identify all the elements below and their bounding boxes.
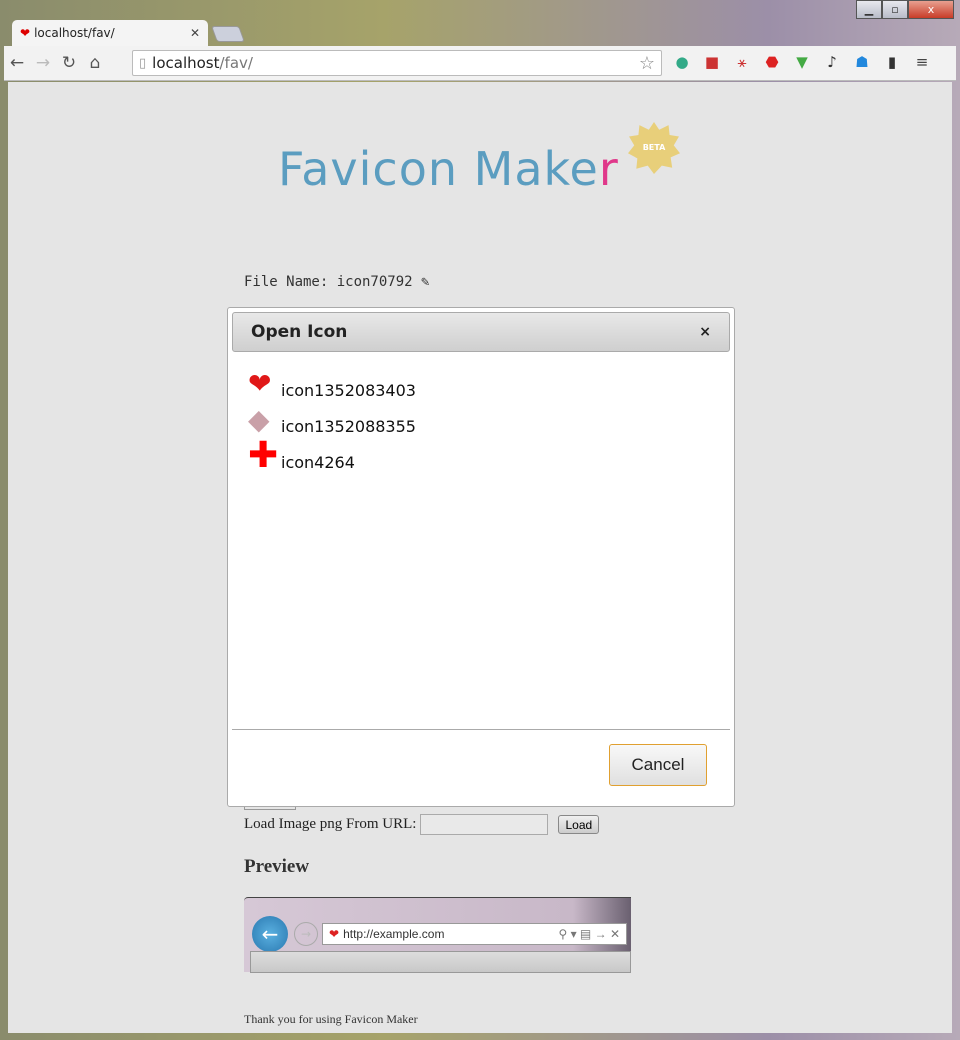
network-icon[interactable]: ⚹ xyxy=(732,52,752,72)
reload-icon[interactable]: ↻ xyxy=(56,53,82,73)
globe-icon[interactable]: ● xyxy=(672,52,692,72)
beta-badge: BETA xyxy=(628,122,680,174)
load-url-label: Load Image png From URL: xyxy=(244,816,417,832)
bookmark-star-icon[interactable]: ☆ xyxy=(639,53,655,74)
ghost-icon[interactable]: ☗ xyxy=(852,52,872,72)
eraser-icon: ◆ xyxy=(248,403,270,436)
list-item[interactable]: ❤ icon1352083403 xyxy=(248,364,416,401)
extensions-bar: ● ■ ⚹ ⬣ ▼ ♪ ☗ ▮ ≡ xyxy=(672,52,932,72)
address-bar[interactable]: ▯ localhost/fav/ ☆ xyxy=(132,50,662,76)
phone-icon[interactable]: ▮ xyxy=(882,52,902,72)
file-name[interactable]: File Name: icon70792 ✎ xyxy=(244,274,429,290)
minimize-button[interactable]: ▁ xyxy=(856,0,882,19)
heart-icon: ❤ xyxy=(20,26,31,40)
dialog-header: Open Icon × xyxy=(232,312,730,352)
url-path: /fav/ xyxy=(219,54,253,72)
home-icon[interactable]: ⌂ xyxy=(82,53,108,73)
open-icon-dialog: Open Icon × ❤ icon1352083403 ◆ icon1352088… xyxy=(227,307,735,807)
book-icon[interactable]: ■ xyxy=(702,52,722,72)
pencil-icon[interactable]: ✎ xyxy=(421,274,429,290)
stop-icon[interactable]: ⬣ xyxy=(762,52,782,72)
load-url-row: Load Image png From URL: Load xyxy=(244,814,600,835)
url-host: localhost xyxy=(152,54,220,72)
new-tab-button[interactable] xyxy=(211,26,245,42)
red-cross-icon: ✚ xyxy=(248,435,279,476)
menu-icon[interactable]: ≡ xyxy=(912,52,932,72)
cancel-button[interactable]: Cancel xyxy=(609,744,707,786)
search-icon: ⚲ ▾ ▤ → ✕ xyxy=(558,927,620,941)
list-item[interactable]: ◆ icon1352088355 xyxy=(248,400,416,437)
list-item[interactable]: ✚ icon4264 xyxy=(248,435,416,476)
preview-address-bar: ❤ http://example.com ⚲ ▾ ▤ → ✕ xyxy=(322,923,627,945)
heart-icon: ❤ xyxy=(329,927,340,941)
divider xyxy=(232,729,730,730)
preview-content xyxy=(250,951,631,973)
close-tab-icon[interactable]: ✕ xyxy=(190,26,200,40)
tool-icon[interactable]: ♪ xyxy=(822,52,842,72)
load-button[interactable]: Load xyxy=(558,815,600,834)
heart-icon: ❤ xyxy=(248,367,272,400)
forward-arrow-icon: → xyxy=(294,922,318,946)
footer-text: Thank you for using Favicon Maker xyxy=(244,1012,418,1026)
browser-tab[interactable]: ❤ localhost/fav/ ✕ xyxy=(12,20,208,46)
close-icon[interactable]: × xyxy=(699,324,711,340)
url-input[interactable] xyxy=(420,814,549,835)
close-window-button[interactable]: x xyxy=(908,0,954,19)
forward-icon[interactable]: → xyxy=(30,53,56,73)
logo: Favicon Maker xyxy=(278,142,619,196)
tab-title: localhost/fav/ xyxy=(34,26,115,40)
preview-image: ← → ❤ http://example.com ⚲ ▾ ▤ → ✕ xyxy=(244,897,631,973)
browser-window: ▁ ▫ x ❤ localhost/fav/ ✕ ← → ↻ ⌂ ▯ local… xyxy=(0,0,960,1040)
window-controls: ▁ ▫ x xyxy=(856,0,954,19)
dialog-title: Open Icon xyxy=(251,322,348,342)
back-icon[interactable]: ← xyxy=(4,53,30,73)
page-icon: ▯ xyxy=(139,55,147,71)
back-arrow-icon: ← xyxy=(252,916,288,952)
browser-toolbar: ← → ↻ ⌂ ▯ localhost/fav/ ☆ ● ■ ⚹ ⬣ ▼ ♪ ☗… xyxy=(4,46,956,81)
download-icon[interactable]: ▼ xyxy=(792,52,812,72)
icon-list: ❤ icon1352083403 ◆ icon1352088355 ✚ icon426… xyxy=(248,364,416,476)
preview-heading: Preview xyxy=(244,856,310,877)
maximize-button[interactable]: ▫ xyxy=(882,0,908,19)
